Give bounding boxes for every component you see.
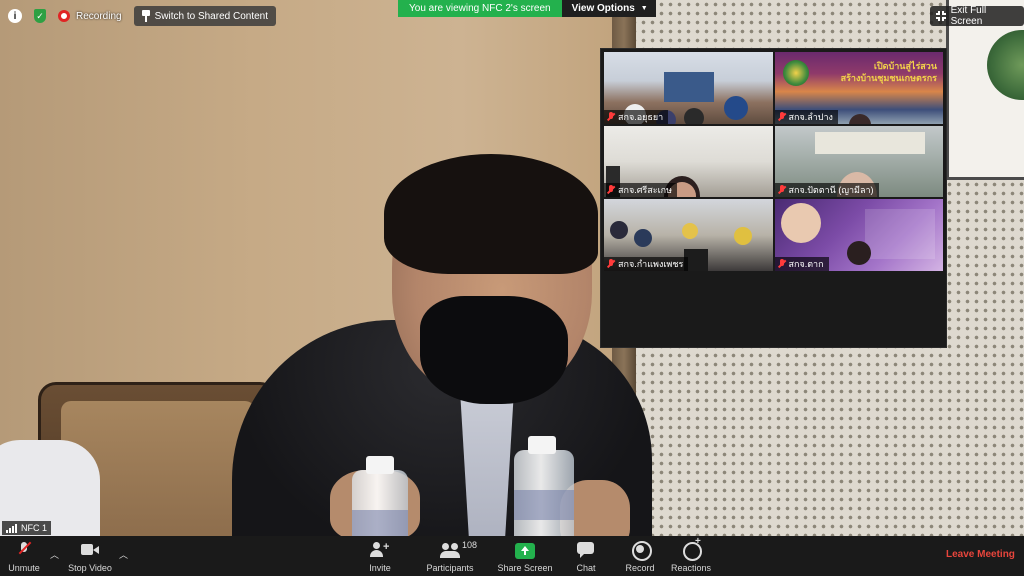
share-screen-icon bbox=[515, 543, 535, 559]
mic-muted-icon bbox=[607, 258, 615, 269]
participant-tile[interactable]: สกจ.ตาก bbox=[774, 199, 943, 271]
participant-name-label: สกจ.ตาก bbox=[774, 256, 829, 271]
participant-gallery: สกจ.อยุธยา เปิดบ้านสู่ไร่สวน สร้างบ้านชุ… bbox=[600, 48, 947, 348]
participant-tile[interactable]: เปิดบ้านสู่ไร่สวน สร้างบ้านชุมชนเกษตรกร … bbox=[774, 52, 943, 124]
reactions-smiley-icon bbox=[681, 536, 702, 561]
self-view-name: NFC 1 bbox=[21, 523, 48, 533]
participant-tile[interactable]: สกจ.อยุธยา bbox=[604, 52, 773, 124]
self-view-name-tag: NFC 1 bbox=[2, 521, 52, 535]
audio-options-caret-icon[interactable]: ︿ bbox=[50, 548, 59, 561]
pin-icon bbox=[141, 10, 150, 22]
view-options-label: View Options bbox=[571, 3, 635, 14]
organization-seal-icon bbox=[782, 60, 809, 86]
participants-icon bbox=[440, 541, 460, 559]
mic-muted-icon bbox=[607, 111, 615, 122]
exit-full-screen-button[interactable]: Exit Full Screen bbox=[930, 5, 1024, 27]
invite-button[interactable]: + Invite bbox=[360, 536, 400, 576]
speaker-hair bbox=[384, 154, 598, 274]
encryption-shield-icon[interactable]: ✓ bbox=[34, 9, 46, 23]
view-options-button[interactable]: View Options ▼ bbox=[561, 0, 656, 17]
exit-full-screen-label: Exit Full Screen bbox=[950, 5, 987, 27]
speaker-mask bbox=[420, 296, 568, 404]
record-icon bbox=[630, 541, 652, 561]
leave-meeting-button[interactable]: Leave Meeting bbox=[946, 549, 1015, 560]
invite-person-icon: + bbox=[370, 541, 390, 559]
participant-tile[interactable]: สกจ.กำแพงเพชร bbox=[604, 199, 773, 271]
chevron-down-icon: ▼ bbox=[640, 5, 648, 12]
screen-share-banner: You are viewing NFC 2's screen View Opti… bbox=[398, 0, 656, 17]
share-screen-button[interactable]: Share Screen bbox=[496, 536, 554, 576]
reactions-button[interactable]: Reactions bbox=[668, 536, 714, 576]
participant-tile[interactable]: สกจ.ปัตตานี (ญามีลา) bbox=[774, 125, 943, 197]
chat-bubble-icon bbox=[576, 541, 596, 559]
record-button[interactable]: Record bbox=[622, 536, 658, 576]
switch-to-shared-content-button[interactable]: Switch to Shared Content bbox=[133, 6, 276, 26]
participant-name-label: สกจ.ลำปาง bbox=[774, 109, 838, 124]
wall-frame bbox=[946, 0, 1024, 180]
water-bottle bbox=[352, 456, 408, 536]
info-icon[interactable]: i bbox=[8, 9, 22, 23]
meeting-status-bar: i ✓ Recording Switch to Shared Content bbox=[8, 6, 276, 26]
chat-button[interactable]: Chat bbox=[568, 536, 604, 576]
participant-name-label: สกจ.ปัตตานี (ญามีลา) bbox=[774, 183, 879, 197]
exit-fullscreen-icon bbox=[936, 11, 946, 21]
participant-name-label: สกจ.กำแพงเพชร bbox=[604, 256, 689, 271]
participant-name-label: สกจ.อยุธยา bbox=[604, 109, 669, 124]
unmute-button[interactable]: Unmute bbox=[4, 536, 44, 576]
mic-muted-icon bbox=[778, 185, 786, 195]
video-options-caret-icon[interactable]: ︿ bbox=[119, 548, 128, 561]
mic-muted-icon bbox=[778, 111, 786, 122]
stop-video-button[interactable]: Stop Video bbox=[64, 536, 116, 576]
wall-logo bbox=[987, 30, 1024, 100]
participants-count-badge: 108 bbox=[462, 540, 478, 550]
connection-signal-icon bbox=[6, 523, 17, 533]
mic-muted-icon bbox=[607, 185, 615, 195]
recording-icon bbox=[58, 10, 70, 22]
participant-name-label: สกจ.ศรีสะเกษ bbox=[604, 183, 678, 197]
video-camera-icon bbox=[80, 541, 100, 559]
mic-muted-icon bbox=[778, 258, 786, 269]
recording-label: Recording bbox=[76, 10, 122, 22]
switch-to-shared-content-label: Switch to Shared Content bbox=[154, 10, 268, 22]
microphone-muted-icon bbox=[14, 541, 34, 559]
water-bottle bbox=[514, 436, 574, 536]
meeting-toolbar: Unmute ︿ Stop Video ︿ + Invite Participa… bbox=[0, 536, 1024, 576]
viewing-screen-notice: You are viewing NFC 2's screen bbox=[398, 0, 562, 17]
participant-tile[interactable]: สกจ.ศรีสะเกษ bbox=[604, 125, 773, 197]
